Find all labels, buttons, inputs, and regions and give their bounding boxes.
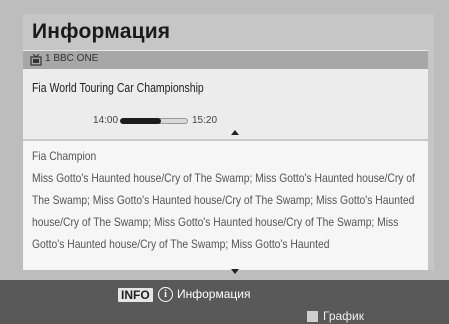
graph-label: График <box>323 309 364 323</box>
channel-bar: 1 BBC ONE <box>23 50 428 69</box>
scroll-down-arrow-icon[interactable] <box>231 269 239 274</box>
program-box: Fia World Touring Car Championship 14:00… <box>23 69 428 140</box>
program-progress-bar <box>120 118 188 124</box>
program-progress-fill <box>120 118 161 124</box>
info-key-button[interactable]: INFO <box>118 288 153 302</box>
window-title: Информация <box>32 20 171 43</box>
tv-icon <box>30 54 42 66</box>
program-title: Fia World Touring Car Championship <box>32 81 204 95</box>
scroll-up-arrow-icon[interactable] <box>231 130 239 135</box>
description-box[interactable]: Fia Champion Miss Gotto's Haunted house/… <box>23 141 428 274</box>
info-label: Информация <box>177 287 251 301</box>
color-key-square-icon[interactable] <box>307 311 318 322</box>
end-time: 15:20 <box>192 115 218 126</box>
start-time: 14:00 <box>93 115 119 126</box>
info-icon: i <box>158 287 173 302</box>
program-genre: Fia Champion <box>32 149 97 163</box>
program-description: Miss Gotto's Haunted house/Cry of The Sw… <box>32 171 415 251</box>
bottom-bar: INFO i Информация График <box>0 280 449 324</box>
channel-name: 1 BBC ONE <box>45 53 99 64</box>
